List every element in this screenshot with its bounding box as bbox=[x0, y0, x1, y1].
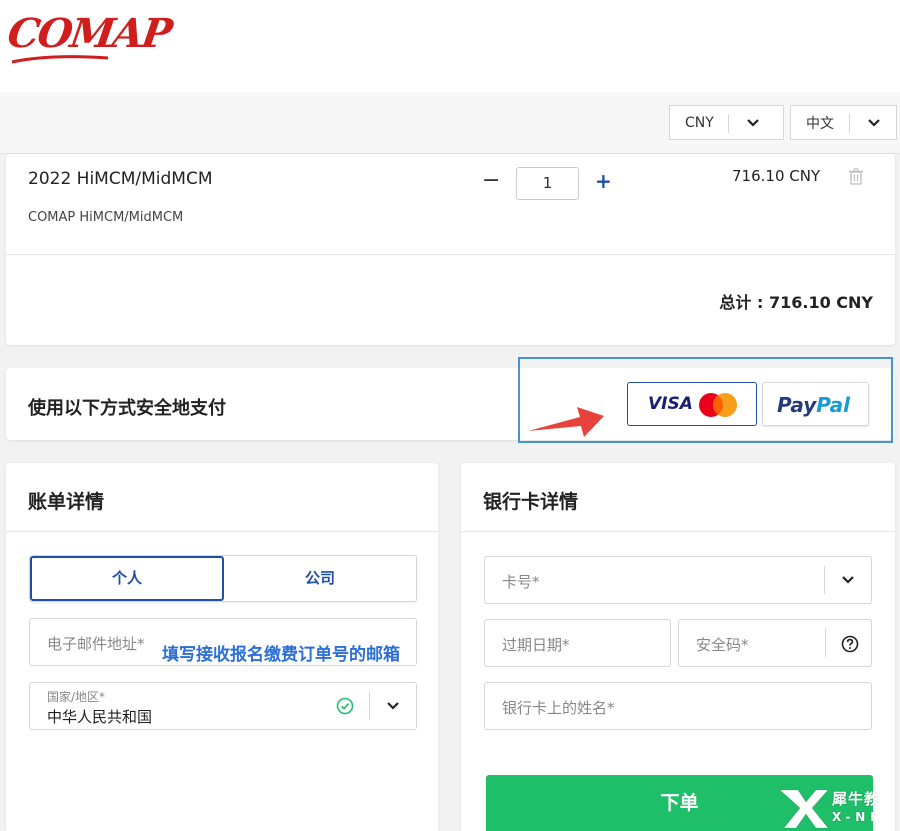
visa-logo: VISA bbox=[648, 394, 693, 414]
expiry-placeholder: 过期日期* bbox=[502, 636, 570, 654]
quantity-input[interactable]: 1 bbox=[516, 167, 579, 200]
currency-select[interactable]: CNY bbox=[669, 105, 784, 140]
cvc-field[interactable]: 安全码* bbox=[678, 619, 872, 667]
paypal-logo: PayPal bbox=[777, 393, 850, 417]
email-annotation: 填写接收报名缴费订单号的邮箱 bbox=[162, 645, 400, 665]
country-value: 中华人民共和国 bbox=[47, 708, 153, 726]
currency-select-value: CNY bbox=[685, 114, 714, 131]
expiry-date-field[interactable]: 过期日期* bbox=[484, 619, 671, 667]
paypal-logo-pal: Pal bbox=[816, 393, 851, 417]
comap-logo[interactable]: COMAP bbox=[5, 10, 174, 57]
country-label: 国家/地区* bbox=[47, 690, 106, 704]
item-subtitle: COMAP HiMCM/MidMCM bbox=[28, 210, 184, 225]
increase-quantity-button[interactable]: + bbox=[595, 169, 612, 193]
language-select[interactable]: 中文 bbox=[790, 105, 897, 140]
select-divider bbox=[369, 692, 370, 720]
payment-method-title: 使用以下方式安全地支付 bbox=[28, 398, 226, 419]
item-price: 716.10 CNY bbox=[732, 167, 821, 185]
customer-type-toggle: 个人 公司 bbox=[29, 555, 417, 602]
select-divider bbox=[849, 114, 850, 133]
card-number-field[interactable]: 卡号* bbox=[484, 556, 872, 604]
email-placeholder: 电子邮件地址* bbox=[47, 635, 145, 653]
field-divider bbox=[825, 629, 826, 657]
divider bbox=[461, 531, 895, 532]
item-title: 2022 HiMCM/MidMCM bbox=[28, 169, 213, 189]
language-select-value: 中文 bbox=[806, 115, 834, 132]
chevron-down-icon[interactable] bbox=[385, 698, 401, 714]
top-header: COMAP bbox=[0, 0, 900, 92]
divider bbox=[6, 531, 438, 532]
settings-bar: CNY 中文 bbox=[0, 92, 900, 154]
cardholder-name-field[interactable]: 银行卡上的姓名* bbox=[484, 682, 872, 730]
select-divider bbox=[728, 114, 729, 133]
cardholder-name-placeholder: 银行卡上的姓名* bbox=[502, 699, 615, 717]
card-details-title: 银行卡详情 bbox=[483, 491, 579, 513]
divider bbox=[6, 254, 895, 255]
chevron-down-icon[interactable] bbox=[745, 115, 761, 131]
trash-icon[interactable] bbox=[848, 168, 864, 186]
billing-title: 账单详情 bbox=[28, 491, 105, 513]
decrease-quantity-button[interactable]: − bbox=[482, 168, 500, 193]
chevron-down-icon[interactable] bbox=[866, 115, 882, 131]
order-total: 总计 : 716.10 CNY bbox=[719, 293, 873, 312]
cart-card: 2022 HiMCM/MidMCM COMAP HiMCM/MidMCM − 1… bbox=[6, 154, 895, 345]
cvc-placeholder: 安全码* bbox=[696, 636, 749, 654]
logo-swoosh-icon bbox=[11, 55, 109, 64]
field-divider bbox=[824, 566, 825, 594]
tab-individual[interactable]: 个人 bbox=[30, 556, 224, 601]
check-circle-icon bbox=[336, 697, 354, 715]
card-payment-button[interactable]: VISA bbox=[627, 382, 757, 426]
country-select[interactable]: 国家/地区* 中华人民共和国 bbox=[29, 682, 417, 730]
chevron-down-icon[interactable] bbox=[840, 572, 856, 588]
mastercard-icon bbox=[699, 393, 737, 417]
paypal-payment-button[interactable]: PayPal bbox=[762, 382, 869, 426]
red-arrow-icon bbox=[528, 407, 604, 437]
watermark-text-en: X-NI bbox=[832, 810, 880, 824]
tab-company[interactable]: 公司 bbox=[224, 556, 416, 601]
watermark-text-cn: 犀牛教 bbox=[832, 790, 881, 808]
paypal-logo-pay: Pay bbox=[777, 393, 817, 417]
help-icon[interactable] bbox=[841, 635, 859, 653]
card-number-placeholder: 卡号* bbox=[502, 573, 540, 591]
